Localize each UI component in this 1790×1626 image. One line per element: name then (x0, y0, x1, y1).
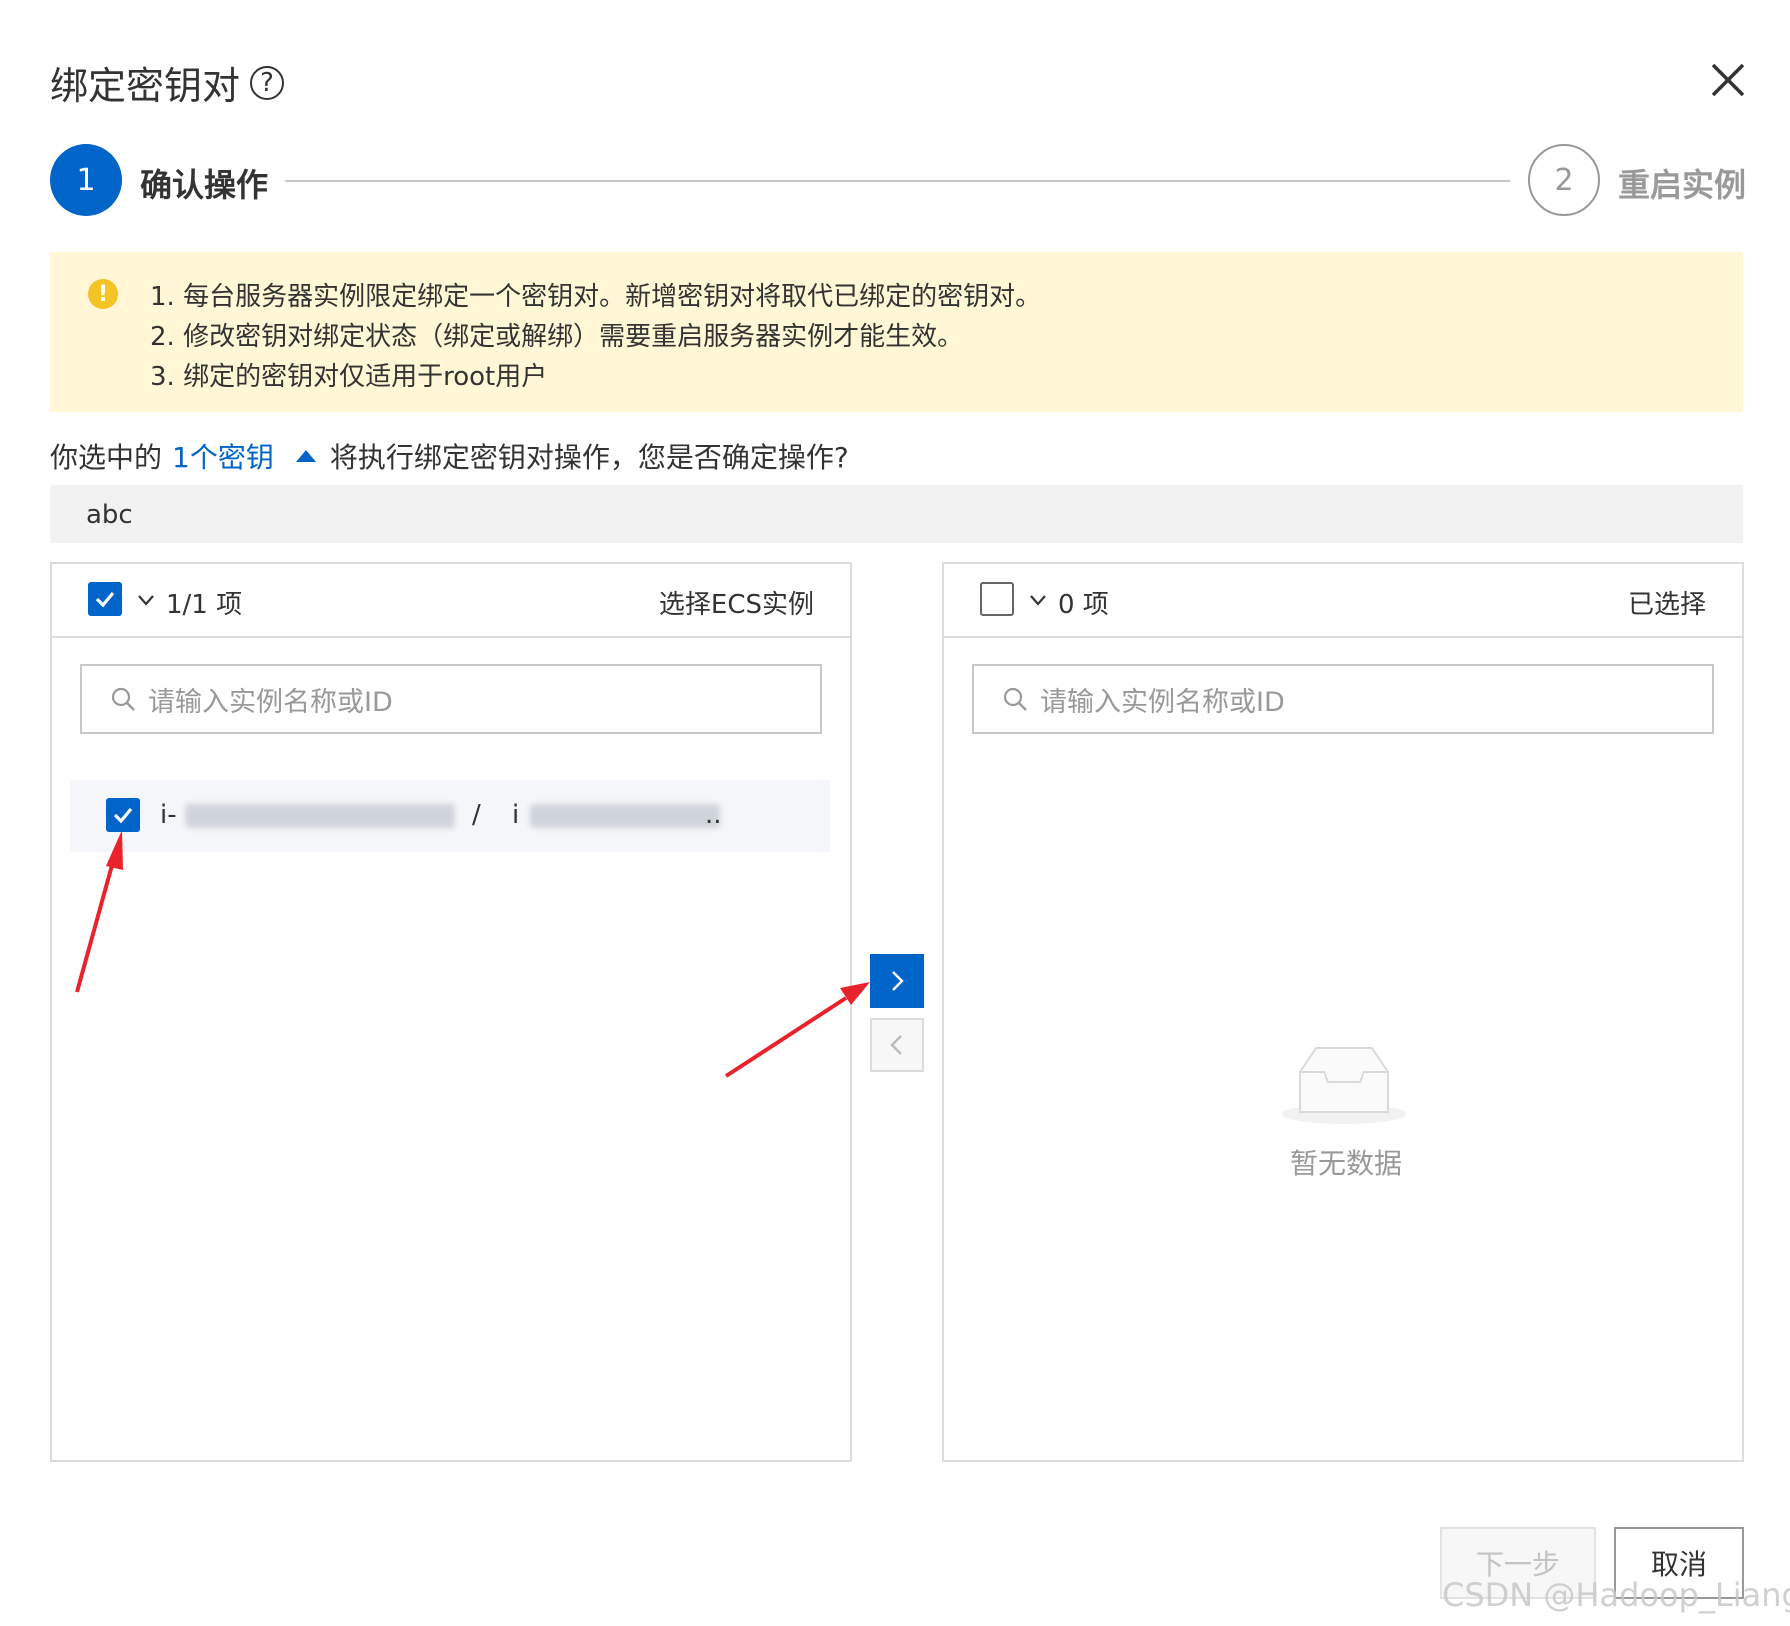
annotation-arrow-to-checkbox (75, 830, 123, 993)
annotation-arrow-to-move-button (724, 982, 870, 1078)
annotation-arrows (75, 830, 870, 1078)
